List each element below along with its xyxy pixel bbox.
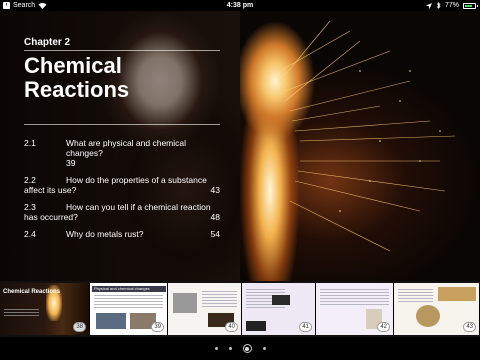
thumbnail-page-number: 42	[377, 322, 390, 332]
page-indicator[interactable]	[0, 337, 480, 360]
page-dot[interactable]	[262, 347, 266, 350]
toc-item[interactable]: 2.4 Why do metals rust? 54	[24, 229, 220, 239]
toc-item-page: 39	[66, 158, 76, 168]
page-dot[interactable]	[214, 347, 218, 350]
divider	[24, 124, 220, 125]
thumbnail-page-number: 38	[73, 322, 86, 332]
location-arrow-icon	[425, 2, 432, 9]
thumbnail-title: Chemical Reactions	[3, 289, 61, 295]
toc-item-number: 2.4	[24, 229, 36, 239]
page-dot[interactable]	[228, 347, 232, 350]
thumbnail-page-41[interactable]: 41	[242, 283, 316, 335]
thumbnail-page-number: 39	[151, 322, 164, 332]
chapter-opener-page[interactable]: Chapter 2 Chemical Reactions 2.1 What ar…	[0, 11, 480, 281]
chapter-title: Chemical Reactions	[24, 53, 130, 102]
toc-item-number: 2.1	[24, 138, 36, 148]
toc-item[interactable]: 2.2 How do the properties of a substance…	[24, 175, 220, 195]
thumbnail-page-number: 43	[463, 322, 476, 332]
thumbnail-page-38[interactable]: Chemical Reactions 38	[0, 283, 90, 335]
thumbnail-page-42[interactable]: 42	[316, 283, 394, 335]
status-bar: ‹ Search 4:38 pm 77%	[0, 0, 480, 11]
divider	[24, 50, 220, 51]
toc-item[interactable]: 2.3 How can you tell if a chemical react…	[24, 202, 220, 222]
current-page-dot[interactable]	[242, 344, 252, 353]
page-thumbnail-strip[interactable]: Chemical Reactions 38 Physical and chemi…	[0, 281, 480, 337]
thumbnail-page-39[interactable]: Physical and chemical changes 39	[90, 283, 168, 335]
bluetooth-icon	[436, 2, 441, 9]
toc-item[interactable]: 2.1 What are physical and chemical chang…	[24, 138, 220, 168]
thumbnail-page-number: 40	[225, 322, 238, 332]
battery-percent: 77%	[444, 2, 459, 9]
table-of-contents: 2.1 What are physical and chemical chang…	[24, 138, 220, 246]
thumbnail-title: Physical and chemical changes	[94, 286, 150, 291]
chapter-number: Chapter 2	[24, 37, 71, 48]
thumbnail-page-number: 41	[299, 322, 312, 332]
sparks-image	[279, 20, 456, 252]
toc-item-title: What are physical and chemical changes?	[66, 138, 187, 158]
thumbnail-page-43[interactable]: 43	[394, 283, 480, 335]
battery-icon	[463, 2, 478, 9]
status-time: 4:38 pm	[226, 2, 254, 9]
thumbnail-page-40[interactable]: 40	[168, 283, 242, 335]
toc-item-number: 2.3	[24, 202, 36, 212]
toc-item-number: 2.2	[24, 175, 36, 185]
